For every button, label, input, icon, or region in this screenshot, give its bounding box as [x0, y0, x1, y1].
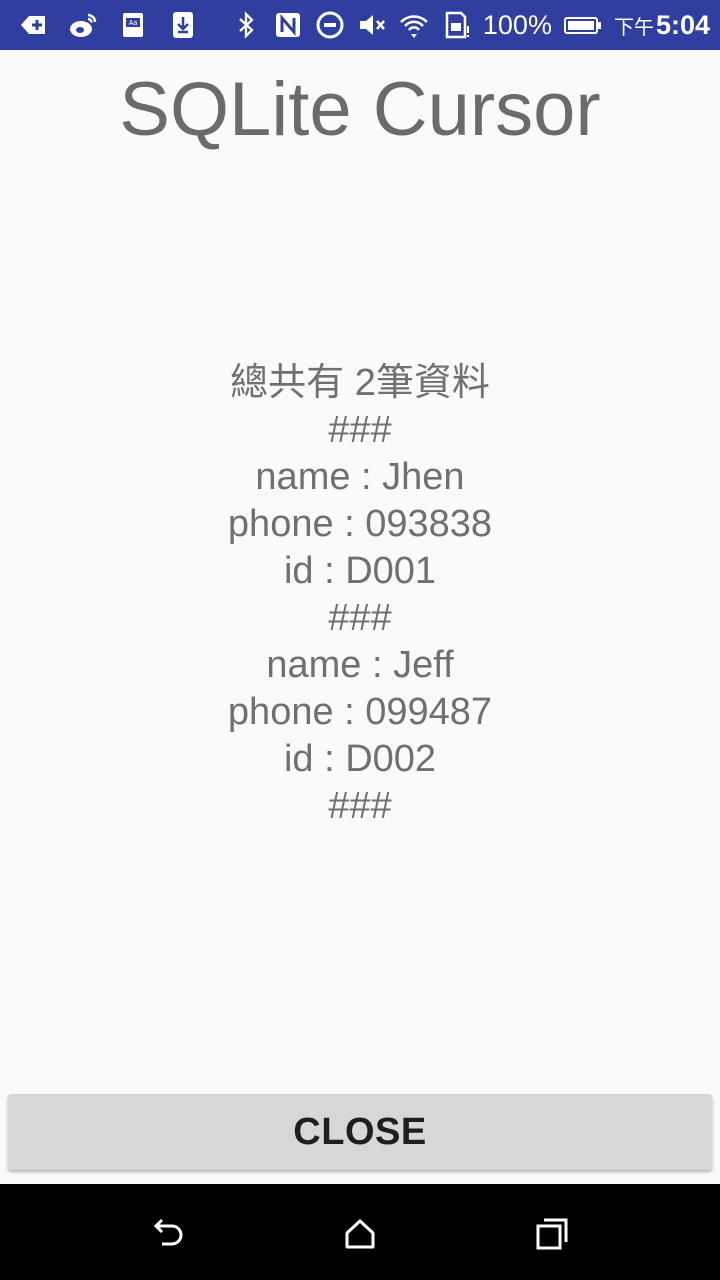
- svg-text:Aa: Aa: [129, 20, 138, 27]
- clock-time: 5:04: [655, 9, 710, 40]
- home-icon[interactable]: [340, 1214, 380, 1254]
- status-bar-right-icons: 100% 下午 5:04: [231, 9, 710, 41]
- recents-icon[interactable]: [532, 1214, 572, 1254]
- separator-line: ###: [328, 409, 392, 451]
- record-count-line: 總共有 2筆資料: [230, 362, 490, 404]
- records-list: 總共有 2筆資料 ### name : Jhen phone : 093838 …: [0, 360, 720, 830]
- record-phone-line: phone : 093838: [227, 503, 493, 545]
- weibo-icon: [68, 10, 98, 40]
- clock-ampm: 下午: [613, 16, 654, 39]
- mute-icon: [357, 10, 387, 40]
- status-bar-left-icons: Aa: [18, 9, 198, 41]
- back-icon[interactable]: [148, 1214, 188, 1254]
- add-notification-icon: [18, 10, 48, 40]
- record-name-line: name : Jeff: [266, 644, 454, 686]
- page-title: SQLite Cursor: [119, 67, 601, 152]
- download-icon: [168, 10, 198, 40]
- sim-icon: [441, 10, 471, 40]
- battery-icon: [563, 10, 602, 40]
- record-id-line: id : D001: [283, 550, 437, 592]
- do-not-disturb-icon: [315, 10, 345, 40]
- nfc-icon: [273, 10, 303, 40]
- record-id-line: id : D002: [283, 738, 437, 780]
- clock: 下午 5:04: [614, 10, 710, 41]
- close-button[interactable]: CLOSE: [8, 1094, 712, 1170]
- record-name-line: name : Jhen: [255, 456, 465, 498]
- bluetooth-icon: [231, 10, 261, 40]
- status-bar: Aa 100% 下午 5:04: [0, 0, 720, 50]
- record-phone-line: phone : 099487: [227, 691, 493, 733]
- separator-line: ###: [328, 597, 392, 639]
- battery-percent: 100%: [482, 9, 552, 40]
- wifi-icon: [399, 10, 429, 40]
- separator-line: ###: [328, 785, 392, 827]
- navigation-bar: [0, 1184, 720, 1280]
- dictionary-icon: Aa: [118, 10, 148, 40]
